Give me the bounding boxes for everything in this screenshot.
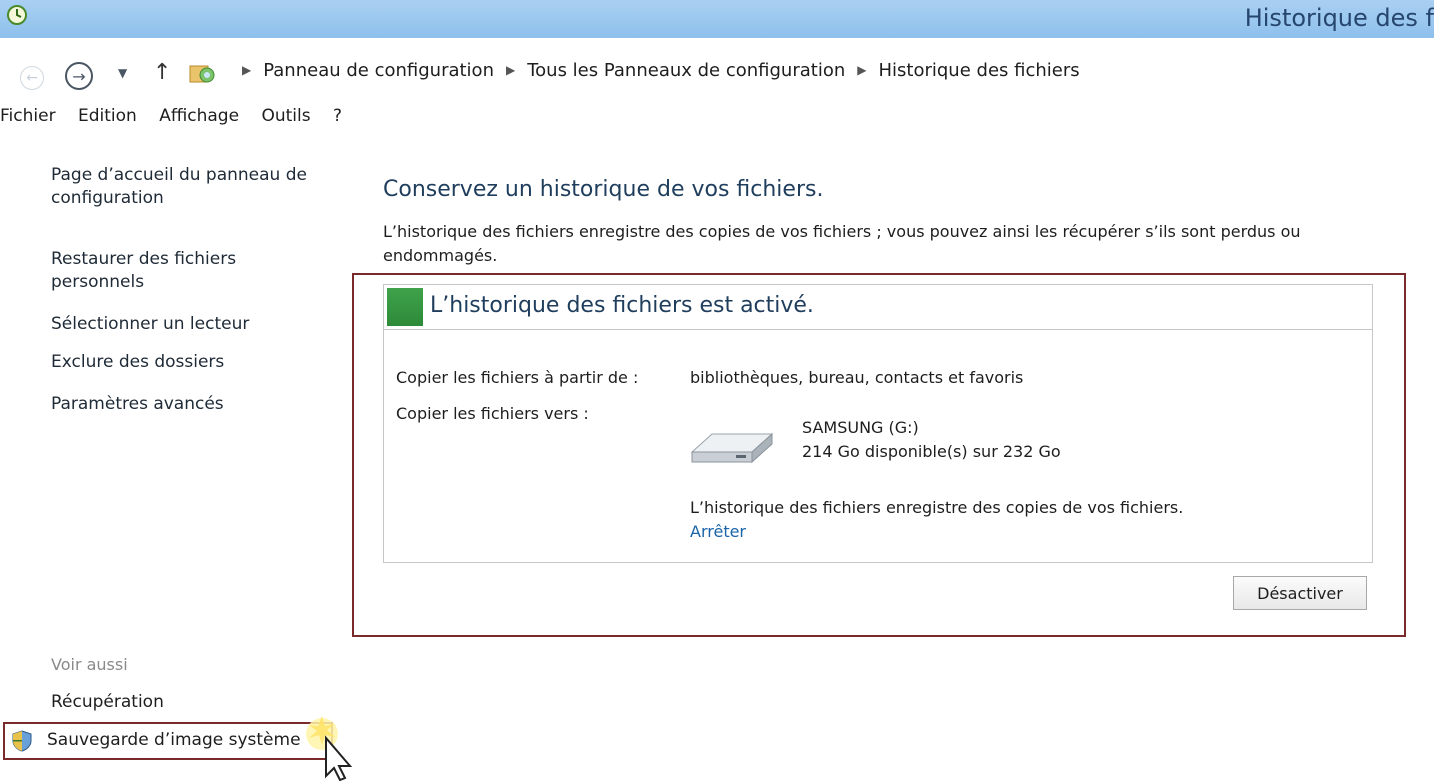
copy-to-label: Copier les fichiers vers : — [396, 404, 589, 423]
menu-fichier[interactable]: Fichier — [0, 106, 56, 126]
sidebar-item-select-drive[interactable]: Sélectionner un lecteur — [51, 313, 341, 336]
breadcrumb-item-historique[interactable]: Historique des fichiers — [879, 60, 1080, 81]
sidebar-item-home[interactable]: Page d’accueil du panneau de configurati… — [51, 164, 341, 210]
see-also-recovery[interactable]: Récupération — [51, 692, 164, 712]
up-arrow-icon[interactable]: ↑ — [153, 60, 171, 85]
forward-button[interactable]: → — [65, 62, 93, 90]
menu-affichage[interactable]: Affichage — [159, 106, 239, 126]
copy-from-value: bibliothèques, bureau, contacts et favor… — [690, 368, 1024, 387]
control-panel-icon[interactable] — [188, 60, 216, 88]
disable-button[interactable]: Désactiver — [1233, 576, 1367, 610]
saving-message: L’historique des fichiers enregistre des… — [690, 498, 1184, 517]
menu-edition[interactable]: Edition — [78, 106, 137, 126]
copy-from-label: Copier les fichiers à partir de : — [396, 368, 639, 387]
status-green-indicator — [387, 288, 423, 326]
recent-locations-chevron-icon[interactable]: ▼ — [118, 66, 127, 80]
menu-bar: Fichier Edition Affichage Outils ? — [0, 106, 359, 136]
shield-icon — [12, 730, 32, 752]
hard-drive-icon — [690, 432, 774, 464]
back-button[interactable]: ← — [20, 66, 44, 90]
chevron-right-icon: ▶ — [242, 63, 252, 77]
breadcrumb-item-tous[interactable]: Tous les Panneaux de configuration — [527, 60, 845, 81]
drive-space: 214 Go disponible(s) sur 232 Go — [802, 442, 1061, 461]
page-description: L’historique des fichiers enregistre des… — [383, 222, 1301, 265]
breadcrumb-item-panneau[interactable]: Panneau de configuration — [263, 60, 494, 81]
sidebar-item-advanced[interactable]: Paramètres avancés — [51, 393, 341, 416]
menu-help[interactable]: ? — [333, 106, 342, 126]
drive-name: SAMSUNG (G:) — [802, 418, 919, 437]
title-bar: Historique des f — [0, 0, 1434, 38]
status-header: L’historique des fichiers est activé. — [383, 284, 1373, 330]
stop-link[interactable]: Arrêter — [690, 522, 746, 541]
window-title: Historique des f — [1244, 4, 1434, 32]
page-title: Conservez un historique de vos fichiers. — [383, 177, 824, 202]
status-text: L’historique des fichiers est activé. — [430, 293, 814, 318]
address-bar: ← → ▼ ↑ ▶ Panneau de configuration ▶ Tous l… — [0, 38, 1434, 100]
highlight-frame-system-image: Sauvegarde d’image système — [3, 722, 333, 760]
sidebar-item-restore[interactable]: Restaurer des fichiers personnels — [51, 248, 281, 294]
see-also-system-image-backup[interactable]: Sauvegarde d’image système — [47, 730, 301, 750]
chevron-right-icon[interactable]: ▶ — [506, 63, 515, 77]
sidebar-item-exclude[interactable]: Exclure des dossiers — [51, 351, 341, 374]
chevron-right-icon[interactable]: ▶ — [857, 63, 866, 77]
breadcrumb: ▶ Panneau de configuration ▶ Tous les Panne… — [230, 60, 1080, 81]
see-also-heading: Voir aussi — [51, 655, 128, 674]
file-history-icon[interactable] — [6, 4, 28, 26]
mouse-cursor-icon — [306, 716, 353, 781]
menu-outils[interactable]: Outils — [261, 106, 310, 126]
